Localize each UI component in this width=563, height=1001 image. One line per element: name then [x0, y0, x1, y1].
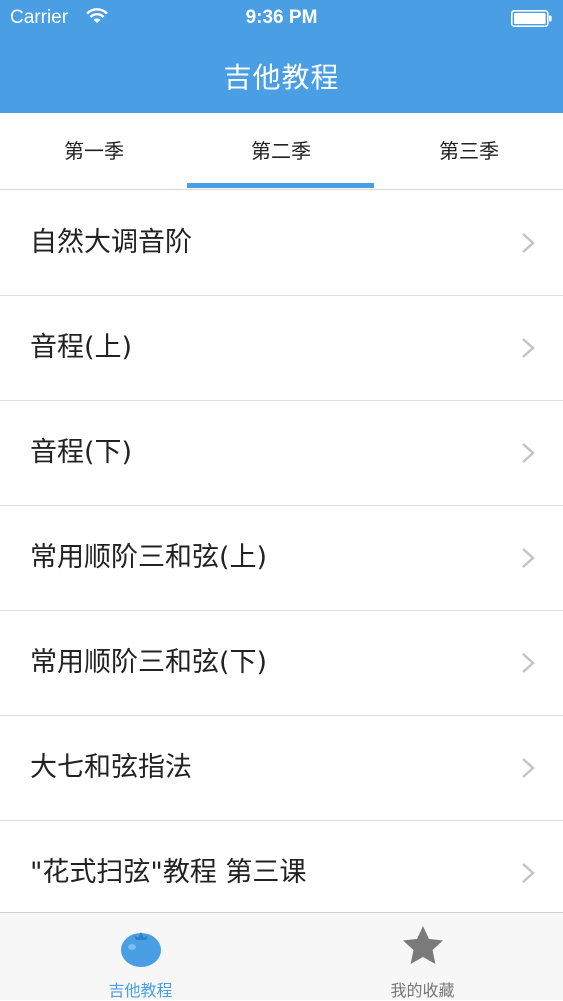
chevron-right-icon [522, 863, 535, 883]
selected-tab-indicator [187, 183, 374, 188]
chevron-right-icon [522, 653, 535, 673]
lesson-title: 大七和弦指法 [30, 752, 192, 783]
tab-season-3[interactable]: 第三季 [375, 113, 563, 190]
tomato-icon [121, 932, 161, 967]
list-item[interactable]: 大七和弦指法 [0, 716, 563, 821]
lesson-title: 自然大调音阶 [30, 227, 192, 258]
lesson-title: 音程(下) [30, 437, 133, 468]
header: Carrier 9:36 PM 吉他教程 [0, 0, 563, 113]
chevron-right-icon [522, 338, 535, 358]
lesson-title: "花式扫弦"教程 第三课 [30, 857, 307, 888]
tabbar-label: 我的收藏 [390, 981, 455, 1000]
list-item[interactable]: 音程(下) [0, 401, 563, 506]
list-item[interactable]: 常用顺阶三和弦(上) [0, 506, 563, 611]
chevron-right-icon [522, 443, 535, 463]
lesson-title: 常用顺阶三和弦(下) [30, 647, 268, 678]
star-icon [403, 926, 443, 964]
battery-icon [511, 10, 552, 27]
tab-bar: 吉他教程 我的收藏 [0, 912, 563, 1000]
lesson-list: 自然大调音阶 音程(上) 音程(下) 常用顺阶三和弦(上) 常用顺阶三和弦(下)… [0, 191, 563, 912]
tabbar-label: 吉他教程 [108, 981, 173, 1000]
tabbar-item-guitar-tutorial[interactable]: 吉他教程 [0, 913, 281, 1001]
season-tabs: 第一季 第二季 第三季 [0, 113, 563, 190]
chevron-right-icon [522, 758, 535, 778]
list-item[interactable]: 自然大调音阶 [0, 191, 563, 296]
list-item[interactable]: "花式扫弦"教程 第三课 [0, 821, 563, 912]
tabbar-item-favorites[interactable]: 我的收藏 [282, 913, 563, 1001]
chevron-right-icon [522, 233, 535, 253]
lesson-title: 常用顺阶三和弦(上) [30, 542, 268, 573]
lesson-title: 音程(上) [30, 332, 133, 363]
list-item[interactable]: 常用顺阶三和弦(下) [0, 611, 563, 716]
chevron-right-icon [522, 548, 535, 568]
status-time: 9:36 PM [245, 7, 318, 28]
status-bar: Carrier 9:36 PM [0, 0, 563, 38]
tab-season-2[interactable]: 第二季 [187, 113, 375, 190]
list-item[interactable]: 音程(上) [0, 296, 563, 401]
page-title: 吉他教程 [223, 61, 340, 94]
tab-season-1[interactable]: 第一季 [0, 113, 188, 190]
